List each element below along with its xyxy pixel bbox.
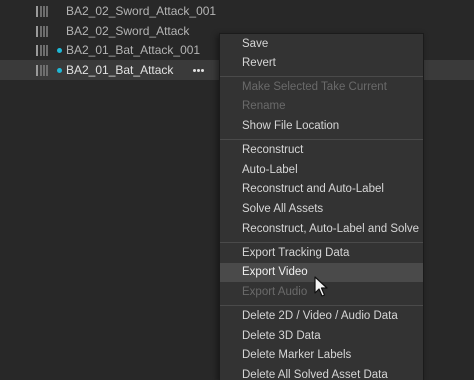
menu-item-delete-2d-video-audio-data[interactable]: Delete 2D / Video / Audio Data xyxy=(220,307,423,326)
menu-item-revert[interactable]: Revert xyxy=(220,54,423,73)
take-name: BA2_02_Sword_Attack xyxy=(66,24,190,38)
take-status-bars-icon xyxy=(36,26,48,37)
menu-item-reconstruct-auto-label-and-solve[interactable]: Reconstruct, Auto-Label and Solve xyxy=(220,220,423,239)
menu-item-auto-label[interactable]: Auto-Label xyxy=(220,161,423,180)
menu-item-delete-all-solved-asset-data[interactable]: Delete All Solved Asset Data xyxy=(220,366,423,380)
menu-item-reconstruct[interactable]: Reconstruct xyxy=(220,141,423,160)
take-name: BA2_01_Bat_Attack xyxy=(66,63,174,77)
menu-item-solve-all-assets[interactable]: Solve All Assets xyxy=(220,200,423,219)
menu-separator xyxy=(220,76,423,77)
take-status-bars-icon xyxy=(36,6,48,17)
menu-item-make-selected-take-current[interactable]: Make Selected Take Current xyxy=(220,78,423,97)
menu-item-delete-3d-data[interactable]: Delete 3D Data xyxy=(220,327,423,346)
take-status-dot-icon xyxy=(57,48,62,53)
menu-separator xyxy=(220,242,423,243)
arrow-cursor-icon xyxy=(314,276,328,297)
menu-separator xyxy=(220,305,423,306)
more-horizontal-icon[interactable] xyxy=(193,64,205,76)
menu-item-export-tracking-data[interactable]: Export Tracking Data xyxy=(220,244,423,263)
take-name: BA2_01_Bat_Attack_001 xyxy=(66,43,201,57)
take-name: BA2_02_Sword_Attack_001 xyxy=(66,4,217,18)
take-row[interactable]: BA2_02_Sword_Attack_001 xyxy=(0,1,474,21)
take-status-bars-icon xyxy=(36,65,48,76)
take-status-dot-icon xyxy=(57,68,62,73)
menu-item-show-file-location[interactable]: Show File Location xyxy=(220,117,423,136)
menu-item-delete-marker-labels[interactable]: Delete Marker Labels xyxy=(220,346,423,365)
menu-item-save[interactable]: Save xyxy=(220,35,423,54)
menu-separator xyxy=(220,139,423,140)
take-status-bars-icon xyxy=(36,45,48,56)
context-menu: Save Revert Make Selected Take Current R… xyxy=(219,33,424,380)
menu-item-reconstruct-and-auto-label[interactable]: Reconstruct and Auto-Label xyxy=(220,180,423,199)
menu-item-rename[interactable]: Rename xyxy=(220,97,423,116)
